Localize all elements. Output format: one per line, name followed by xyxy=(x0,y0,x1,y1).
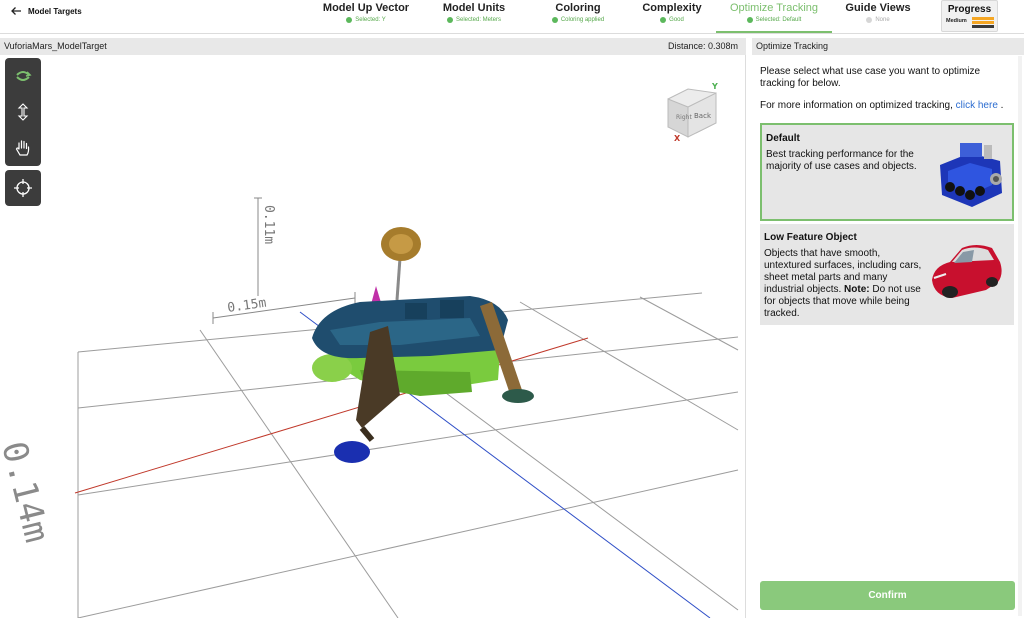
more-info-suffix: . xyxy=(997,100,1004,111)
distance-readout: Distance: 0.308m xyxy=(667,41,738,51)
arrow-left-icon xyxy=(11,7,21,15)
move-vertical-tool-button[interactable] xyxy=(5,94,41,130)
step-status: Selected: Meters xyxy=(455,17,502,23)
progress-indicator[interactable]: Progress Medium xyxy=(941,0,998,32)
progress-level: Medium xyxy=(946,18,967,24)
cube-face-right: Back xyxy=(694,112,712,120)
back-button[interactable]: Model Targets xyxy=(10,3,82,19)
option-description: Objects that have smooth, untextured sur… xyxy=(764,248,924,320)
step-title: Model Up Vector xyxy=(322,2,410,14)
step-title: Guide Views xyxy=(845,2,911,14)
engine-thumbnail xyxy=(940,143,1002,207)
recenter-icon xyxy=(14,179,32,197)
step-coloring[interactable]: Coloring Coloring applied xyxy=(540,0,616,33)
progress-bar-3 xyxy=(972,25,994,28)
more-info-prefix: For more information on optimized tracki… xyxy=(760,100,956,111)
recenter-tool-button[interactable] xyxy=(5,170,41,206)
3d-scene: 0.11m 0.15m 0.14m xyxy=(0,197,739,618)
progress-bar-1 xyxy=(972,17,994,20)
option-default[interactable]: Default Best tracking performance for th… xyxy=(760,123,1014,221)
step-status: Coloring applied xyxy=(560,17,605,23)
option-title: Low Feature Object xyxy=(764,232,857,243)
panel-intro: Please select what use case you want to … xyxy=(760,66,981,89)
option-low-feature-object[interactable]: Low Feature Object Objects that have smo… xyxy=(760,224,1014,325)
step-title: Coloring xyxy=(555,2,601,14)
status-dot xyxy=(551,17,558,23)
move-vertical-icon xyxy=(17,103,29,121)
step-optimize-tracking[interactable]: Optimize Tracking Selected: Default xyxy=(716,0,832,33)
more-info-text: For more information on optimized tracki… xyxy=(760,100,1003,111)
horizontal-ruler-label: 0.15m xyxy=(226,296,267,316)
cube-axis-x: X xyxy=(674,134,681,143)
optimize-tracking-panel: Please select what use case you want to … xyxy=(752,55,1024,618)
option-description: Best tracking performance for the majori… xyxy=(766,149,917,172)
status-dot xyxy=(446,17,453,23)
step-status: Good xyxy=(669,17,684,23)
click-here-link[interactable]: click here xyxy=(956,100,998,111)
panel-scrollbar[interactable] xyxy=(1018,56,1022,616)
step-title: Model Units xyxy=(442,2,506,14)
step-guide-views[interactable]: Guide Views None xyxy=(842,0,914,33)
progress-title: Progress xyxy=(947,4,992,15)
viewport-header: VuforiaMars_ModelTarget Distance: 0.308m xyxy=(0,38,746,55)
step-model-up-vector[interactable]: Model Up Vector Selected: Y xyxy=(318,0,414,33)
step-title: Optimize Tracking xyxy=(729,2,819,14)
vertical-ruler-label: 0.11m xyxy=(261,205,276,244)
status-dot xyxy=(866,17,873,23)
step-status: Selected: Y xyxy=(355,17,386,23)
pan-hand-icon xyxy=(15,140,30,156)
cube-face-left: Right xyxy=(676,114,692,121)
status-dot xyxy=(746,17,753,23)
step-status: Selected: Default xyxy=(755,17,802,23)
depth-ruler-label: 0.14m xyxy=(0,438,57,547)
rotate-icon xyxy=(16,71,32,81)
option-title: Default xyxy=(766,133,800,144)
step-status: None xyxy=(875,17,890,23)
progress-bar-2 xyxy=(972,21,994,24)
note-label: Note: xyxy=(844,284,870,295)
step-complexity[interactable]: Complexity Good xyxy=(636,0,708,33)
status-dot xyxy=(660,17,667,23)
view-cube[interactable]: Right Back Y X xyxy=(660,81,724,143)
rover-model xyxy=(312,227,534,463)
view-tool-palette xyxy=(5,58,41,206)
top-navigation-bar: Model Targets Model Up Vector Selected: … xyxy=(0,0,1024,34)
cube-axis-y: Y xyxy=(711,82,718,91)
panel-header: Optimize Tracking xyxy=(752,38,1024,55)
step-title: Complexity xyxy=(642,2,702,14)
confirm-button[interactable]: Confirm xyxy=(760,581,1015,610)
3d-viewport[interactable]: 0.11m 0.15m 0.14m Right Back Y X xyxy=(0,55,746,618)
step-model-units[interactable]: Model Units Selected: Meters xyxy=(430,0,518,33)
pan-tool-button[interactable] xyxy=(5,130,41,166)
model-name: VuforiaMars_ModelTarget xyxy=(4,41,107,51)
car-thumbnail xyxy=(932,245,1002,298)
back-label: Model Targets xyxy=(28,6,82,16)
rotate-tool-button[interactable] xyxy=(5,58,41,94)
status-dot xyxy=(346,17,353,23)
